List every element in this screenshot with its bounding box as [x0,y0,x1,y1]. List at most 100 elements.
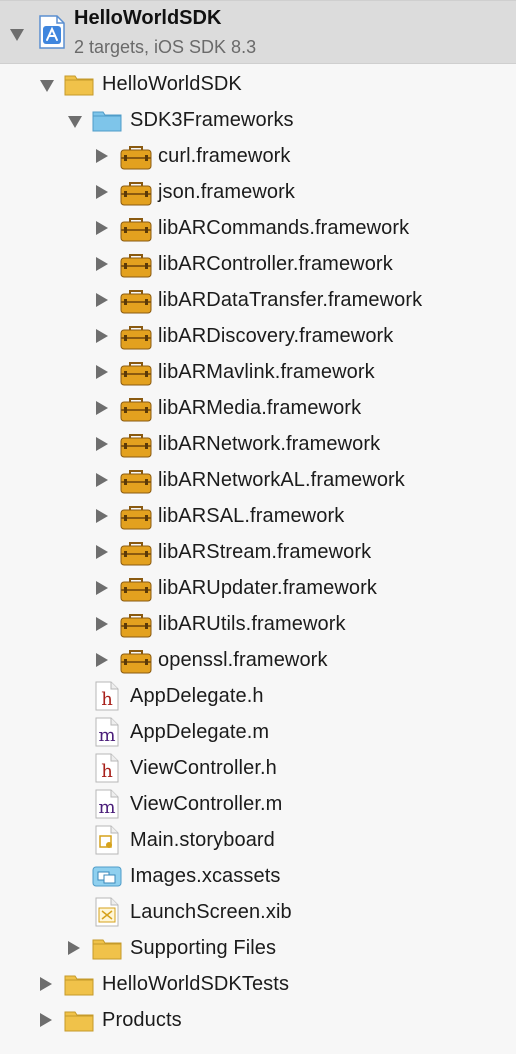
tree-row-libarcontroller-framework[interactable]: libARController.framework [0,246,516,282]
disclosure-closed-icon[interactable] [96,473,108,487]
tree-row-label: libARUtils.framework [158,613,346,635]
tree-row-json-framework[interactable]: json.framework [0,174,516,210]
framework-toolbox-icon [120,216,152,242]
disclosure-closed-icon[interactable] [96,293,108,307]
tree-row-supporting-files[interactable]: Supporting Files [0,930,516,966]
tree-row-label: Products [102,1009,182,1031]
disclosure-closed-icon[interactable] [96,185,108,199]
framework-toolbox-icon [120,648,152,674]
tree-row-label: Main.storyboard [130,829,275,851]
header-file-icon: h [95,681,123,711]
framework-toolbox-icon [120,144,152,170]
tree-row-label: AppDelegate.h [130,685,264,707]
tree-row-label: libARCommands.framework [158,217,410,239]
tree-row-label: libARMavlink.framework [158,361,375,383]
tree-row-libarnetwork-framework[interactable]: libARNetwork.framework [0,426,516,462]
tree-row-label: ViewController.m [130,793,283,815]
project-icon [38,15,66,49]
project-subtitle: 2 targets, iOS SDK 8.3 [74,37,257,57]
disclosure-closed-icon[interactable] [96,365,108,379]
disclosure-closed-icon[interactable] [96,509,108,523]
tree-row-label: libARMedia.framework [158,397,362,419]
asset-catalog-icon [92,864,122,888]
tree-row-libarmedia-framework[interactable]: libARMedia.framework [0,390,516,426]
folder-icon [64,1008,94,1032]
disclosure-closed-icon[interactable] [96,221,108,235]
project-root-row[interactable]: HelloWorldSDK 2 targets, iOS SDK 8.3 [0,0,516,64]
tree-row-label: HelloWorldSDKTests [102,973,290,995]
disclosure-closed-icon[interactable] [68,941,80,955]
header-file-icon: h [95,753,123,783]
disclosure-open-icon[interactable] [68,116,82,128]
svg-text:h: h [101,761,113,782]
tree-row-curl-framework[interactable]: curl.framework [0,138,516,174]
tree-row-libarnetworkal-framework[interactable]: libARNetworkAL.framework [0,462,516,498]
disclosure-closed-icon[interactable] [96,257,108,271]
disclosure-open-icon[interactable] [40,80,54,92]
tree-row-label: openssl.framework [158,649,328,671]
folder-icon [64,72,94,96]
tree-row-helloworldsdk[interactable]: HelloWorldSDK [0,66,516,102]
tree-row-label: libARUpdater.framework [158,577,377,599]
disclosure-closed-icon[interactable] [96,617,108,631]
blue-folder-icon [92,108,122,132]
tree-row-openssl-framework[interactable]: openssl.framework [0,642,516,678]
tree-row-libarutils-framework[interactable]: libARUtils.framework [0,606,516,642]
tree-row-libarstream-framework[interactable]: libARStream.framework [0,534,516,570]
tree-row-libarmavlink-framework[interactable]: libARMavlink.framework [0,354,516,390]
framework-toolbox-icon [120,396,152,422]
project-navigator: HelloWorldSDK 2 targets, iOS SDK 8.3 Hel… [0,0,516,1054]
tree-row-label: HelloWorldSDK [102,73,242,95]
disclosure-closed-icon[interactable] [40,1013,52,1027]
tree-row-libarupdater-framework[interactable]: libARUpdater.framework [0,570,516,606]
disclosure-closed-icon[interactable] [96,437,108,451]
framework-toolbox-icon [120,252,152,278]
disclosure-closed-icon[interactable] [96,329,108,343]
disclosure-closed-icon[interactable] [96,653,108,667]
storyboard-file-icon [95,825,123,855]
tree-row-label: SDK3Frameworks [130,109,294,131]
tree-row-viewcontroller-h[interactable]: h ViewController.h [0,750,516,786]
tree-row-label: json.framework [158,181,295,203]
tree-row-libardatatransfer-framework[interactable]: libARDataTransfer.framework [0,282,516,318]
folder-icon [64,972,94,996]
tree-row-products[interactable]: Products [0,1002,516,1038]
framework-toolbox-icon [120,432,152,458]
tree-row-images-xcassets[interactable]: Images.xcassets [0,858,516,894]
tree-row-label: libARDataTransfer.framework [158,289,423,311]
tree-row-libarcommands-framework[interactable]: libARCommands.framework [0,210,516,246]
folder-icon [92,936,122,960]
framework-toolbox-icon [120,288,152,314]
xib-file-icon [95,897,123,927]
tree-row-main-storyboard[interactable]: Main.storyboard [0,822,516,858]
framework-toolbox-icon [120,576,152,602]
disclosure-open-icon[interactable] [10,29,24,41]
tree-row-appdelegate-h[interactable]: h AppDelegate.h [0,678,516,714]
tree-row-viewcontroller-m[interactable]: m ViewController.m [0,786,516,822]
framework-toolbox-icon [120,504,152,530]
framework-toolbox-icon [120,324,152,350]
framework-toolbox-icon [120,612,152,638]
disclosure-closed-icon[interactable] [96,149,108,163]
tree-row-launchscreen-xib[interactable]: LaunchScreen.xib [0,894,516,930]
svg-text:m: m [98,797,115,818]
disclosure-closed-icon[interactable] [40,977,52,991]
framework-toolbox-icon [120,360,152,386]
tree-row-label: libARStream.framework [158,541,372,563]
framework-toolbox-icon [120,180,152,206]
tree-row-label: libARController.framework [158,253,393,275]
tree-row-sdk3frameworks[interactable]: SDK3Frameworks [0,102,516,138]
tree-row-helloworldsdktests[interactable]: HelloWorldSDKTests [0,966,516,1002]
tree-row-libardiscovery-framework[interactable]: libARDiscovery.framework [0,318,516,354]
tree-row-label: libARNetworkAL.framework [158,469,405,491]
disclosure-closed-icon[interactable] [96,581,108,595]
tree-row-libarsal-framework[interactable]: libARSAL.framework [0,498,516,534]
tree-row-label: Supporting Files [130,937,277,959]
tree-row-label: libARNetwork.framework [158,433,381,455]
tree-row-label: AppDelegate.m [130,721,270,743]
tree-row-label: LaunchScreen.xib [130,901,292,923]
disclosure-closed-icon[interactable] [96,545,108,559]
disclosure-closed-icon[interactable] [96,401,108,415]
tree-row-label: Images.xcassets [130,865,281,887]
tree-row-appdelegate-m[interactable]: m AppDelegate.m [0,714,516,750]
